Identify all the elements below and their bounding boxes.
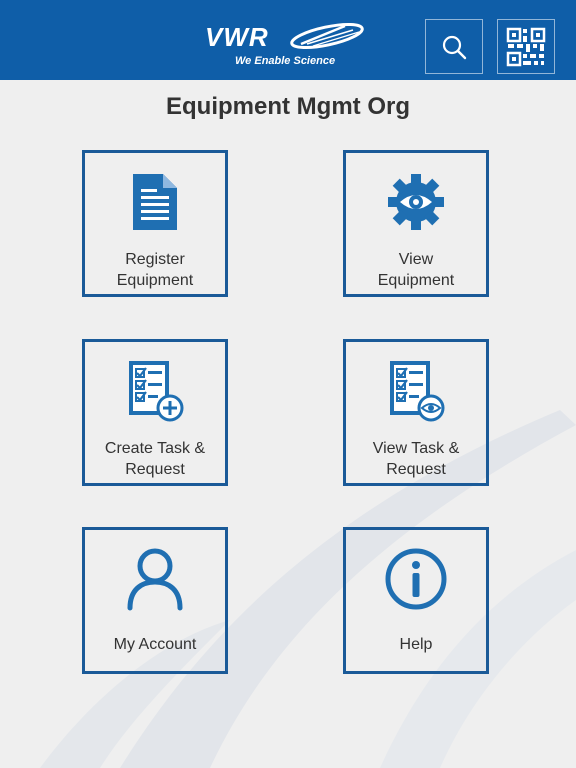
tile-label-line1: Register — [125, 251, 185, 268]
tile-label: Create Task & Request — [89, 438, 221, 480]
checklist-view-icon — [390, 361, 445, 422]
tile-label-line1: Help — [399, 636, 433, 653]
tile-label-line1: View — [398, 251, 434, 268]
my-account-tile[interactable]: My Account — [82, 527, 228, 674]
tile-label: Register Equipment — [89, 249, 221, 291]
gear-eye-icon — [388, 174, 444, 230]
register-equipment-tile[interactable]: Register Equipment — [82, 150, 228, 297]
help-tile[interactable]: Help — [343, 527, 489, 674]
tile-label-line2: Request — [386, 461, 446, 478]
user-icon — [127, 548, 183, 611]
view-task-request-tile[interactable]: View Task & Request — [343, 339, 489, 486]
logo-tagline: We Enable Science — [235, 55, 336, 67]
qr-code-icon — [506, 27, 546, 66]
tile-label-line2: Request — [125, 461, 185, 478]
logo-text: VWR — [205, 22, 269, 52]
document-icon — [133, 174, 177, 230]
info-icon — [385, 548, 447, 610]
search-button[interactable] — [425, 19, 483, 74]
logo-leaf-icon — [290, 22, 364, 50]
tile-label-line2: Equipment — [377, 272, 455, 289]
page-title: Equipment Mgmt Org — [166, 93, 410, 120]
tile-label: View Task & Request — [350, 438, 482, 480]
tile-label-line1: My Account — [113, 636, 197, 653]
tile-label-line1: View Task & — [372, 440, 460, 457]
view-equipment-tile[interactable]: View Equipment — [343, 150, 489, 297]
tile-label: My Account — [89, 634, 221, 655]
checklist-add-icon — [129, 361, 184, 422]
create-task-request-tile[interactable]: Create Task & Request — [82, 339, 228, 486]
tile-label-line1: Create Task & — [104, 440, 206, 457]
tile-label: View Equipment — [350, 249, 482, 291]
qr-scan-button[interactable] — [497, 19, 555, 74]
search-icon — [442, 35, 467, 59]
tile-label-line2: Equipment — [116, 272, 194, 289]
vwr-logo: VWR We Enable Science — [205, 22, 375, 70]
app-header: VWR We Enable Science — [0, 0, 576, 80]
tile-label: Help — [350, 634, 482, 655]
